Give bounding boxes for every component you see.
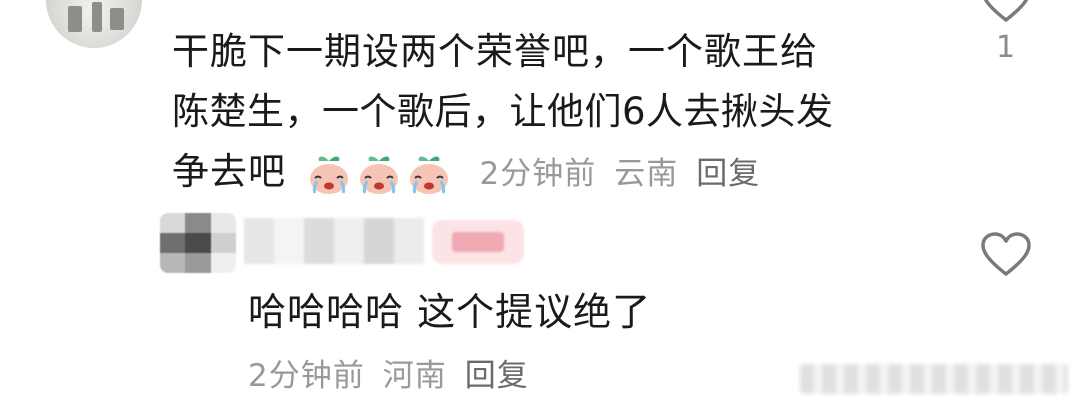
comment-location: 云南	[614, 156, 679, 192]
like-count: 1	[996, 30, 1016, 65]
comment-time: 2分钟前	[479, 156, 597, 192]
comment-location: 河南	[382, 358, 447, 394]
comment-line: 争去吧	[172, 150, 286, 193]
avatar[interactable]	[46, 0, 142, 48]
avatar-detail	[110, 8, 124, 30]
avatar-detail	[92, 2, 102, 32]
crying-peach-emoji-icon	[409, 156, 448, 194]
like-heart-icon[interactable]	[980, 232, 1032, 278]
crying-peach-emoji-icon	[359, 156, 398, 194]
avatar-detail	[68, 6, 82, 32]
emoji-group	[305, 152, 453, 196]
comment-time: 2分钟前	[248, 358, 365, 394]
crying-peach-emoji-icon	[309, 156, 348, 194]
comment-line: 陈楚生，一个歌后，让他们6人去揪头发	[172, 90, 834, 133]
comment-line: 干脆下一期设两个荣誉吧，一个歌王给	[172, 30, 818, 73]
avatar[interactable]	[160, 213, 236, 273]
comment-line-last: 争去吧 2分钟前 云南 回复	[172, 142, 912, 204]
reply-body: 哈哈哈哈 这个提议绝了	[248, 290, 652, 334]
user-badge-blurred	[432, 220, 524, 264]
comment-meta: 2分钟前 河南 回复	[234, 350, 529, 395]
username-blurred[interactable]	[244, 218, 424, 264]
comment-meta: 2分钟前 云南 回复	[466, 156, 761, 192]
watermark-blurred	[800, 364, 1068, 394]
comment-body: 干脆下一期设两个荣誉吧，一个歌王给 陈楚生，一个歌后，让他们6人去揪头发 争去吧	[172, 22, 912, 204]
reply-button[interactable]: 回复	[465, 358, 529, 394]
reply-button[interactable]: 回复	[696, 156, 760, 192]
like-heart-icon[interactable]	[980, 0, 1032, 24]
